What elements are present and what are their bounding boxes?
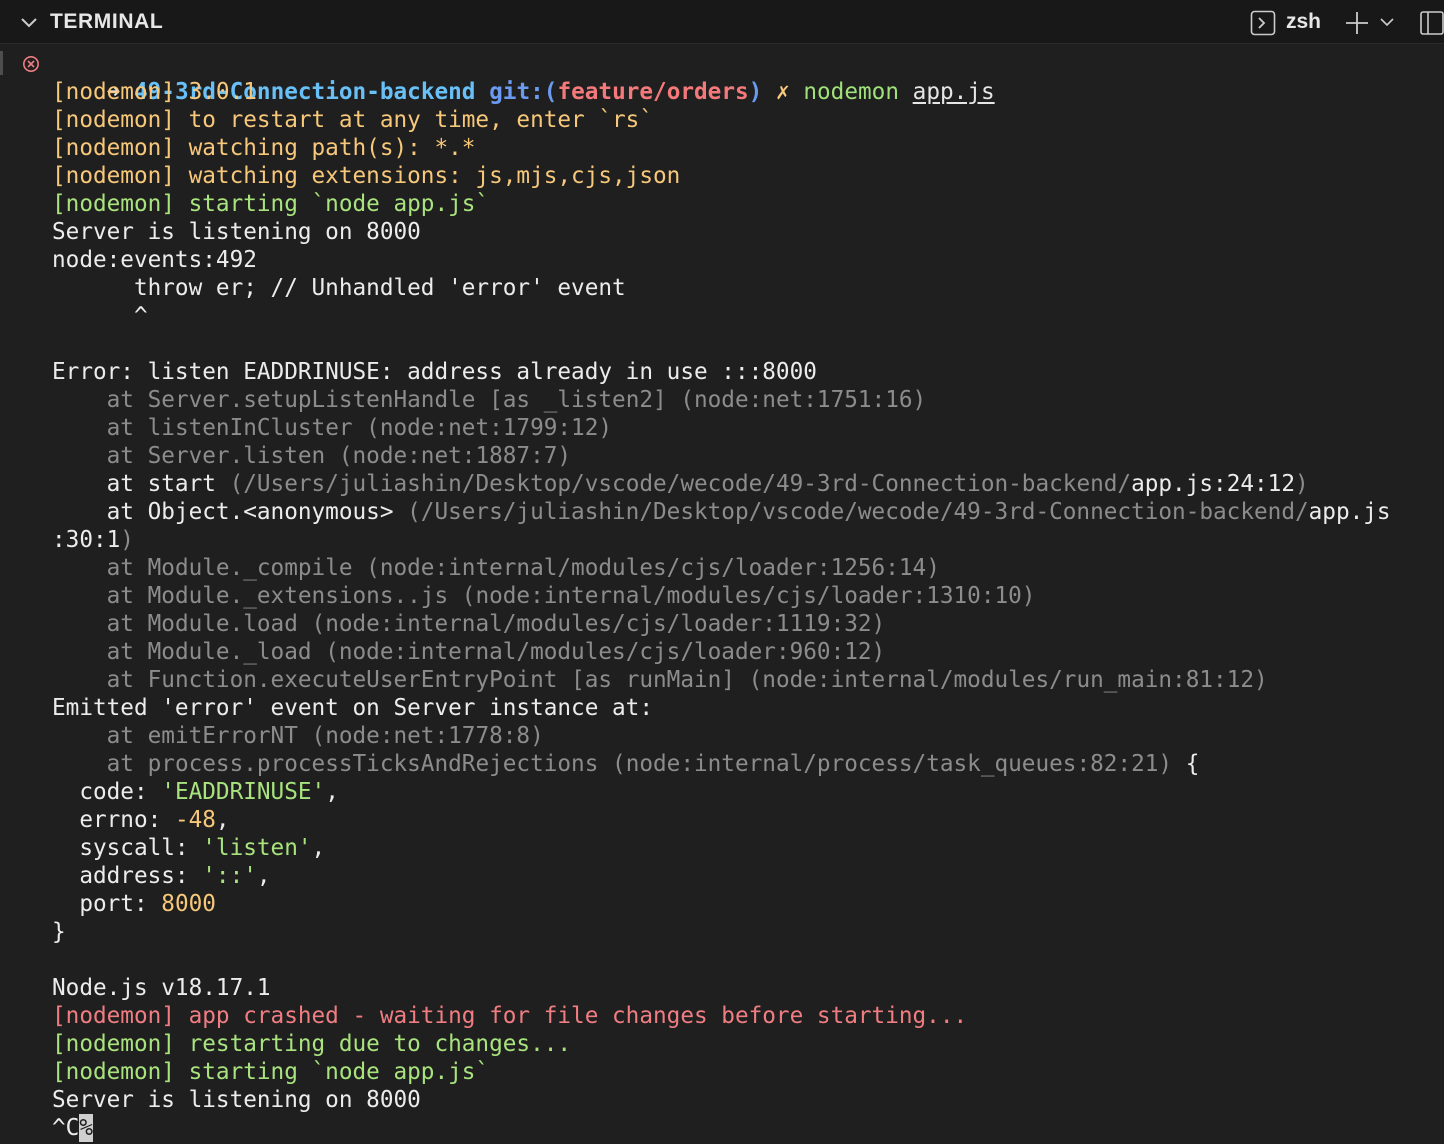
prompt-git-close: ) — [748, 79, 763, 105]
prop-comma: , — [311, 835, 326, 861]
stack-at: at Object.<anonymous> — [52, 499, 408, 525]
output-line: Emitted 'error' event on Server instance… — [52, 695, 653, 721]
stack-at: at — [52, 443, 148, 469]
prompt-git-label: git:( — [489, 79, 558, 105]
output-line: [nodemon] watching path(s): *.* — [52, 135, 476, 161]
stack-text: Module._load (node:internal/modules/cjs/… — [147, 639, 886, 665]
error-prop-syscall: syscall: 'listen', — [52, 834, 325, 862]
stack-frame: at Server.listen (node:net:1887:7) — [52, 442, 571, 470]
command-name: nodemon — [803, 79, 899, 105]
stack-at: at — [52, 415, 148, 441]
error-prop-port: port: 8000 — [52, 890, 216, 918]
prop-comma: , — [215, 807, 230, 833]
shell-name-tab[interactable]: zsh — [1286, 9, 1321, 35]
stack-at: at start — [52, 471, 230, 497]
stack-frame: at Function.executeUserEntryPoint [as ru… — [52, 666, 1268, 694]
brace: { — [1172, 751, 1200, 777]
stack-path: (/Users/juliashin/Desktop/vscode/wecode/… — [407, 499, 1309, 525]
output-line: node:events:492 — [52, 247, 257, 273]
split-terminal-icon[interactable] — [1418, 9, 1444, 37]
stack-at: at — [52, 639, 148, 665]
stack-file-link[interactable]: app.js — [1309, 499, 1391, 525]
output-line: throw er; // Unhandled 'error' event — [52, 275, 626, 301]
output-line: [nodemon] 3.0.1 — [52, 79, 257, 105]
stack-file-link[interactable]: :30:1 — [52, 527, 120, 553]
stack-text: Server.listen (node:net:1887:7) — [147, 443, 572, 469]
error-prop-errno: errno: -48, — [52, 806, 230, 834]
stack-frame: at listenInCluster (node:net:1799:12) — [52, 414, 612, 442]
input-line[interactable]: ^C% — [52, 1114, 93, 1142]
error-message: Error: listen EADDRINUSE: address alread… — [52, 359, 817, 385]
stack-text: ) — [120, 527, 134, 553]
stack-frame: at process.processTicksAndRejections (no… — [52, 750, 1200, 778]
stack-text: listenInCluster (node:net:1799:12) — [147, 415, 613, 441]
stack-text: Module._extensions..js (node:internal/mo… — [147, 583, 1036, 609]
output-line: Server is listening on 8000 — [52, 1087, 421, 1113]
output-line: [nodemon] starting `node app.js` — [52, 191, 490, 217]
ctrl-c-echo: ^C — [52, 1115, 80, 1141]
prop-key: errno: — [52, 807, 175, 833]
stack-at: at — [52, 555, 148, 581]
stack-text: ) — [1295, 471, 1309, 497]
panel-title[interactable]: TERMINAL — [50, 9, 163, 35]
plus-icon[interactable] — [1343, 9, 1371, 37]
error-prop-code: code: 'EADDRINUSE', — [52, 778, 339, 806]
stack-text: Server.setupListenHandle [as _listen2] (… — [147, 387, 927, 413]
prop-comma: , — [256, 863, 271, 889]
prompt-branch: feature/orders — [557, 79, 749, 105]
stack-frame: at Module._load (node:internal/modules/c… — [52, 638, 886, 666]
brace: } — [52, 919, 66, 945]
terminal-output[interactable]: ➜ 49-3rd-Connection-backend git:(feature… — [0, 50, 1444, 1144]
stack-file-link[interactable]: app.js:24:12 — [1131, 471, 1295, 497]
prop-key: port: — [52, 891, 162, 917]
error-prop-address: address: '::', — [52, 862, 271, 890]
prop-key: syscall: — [52, 835, 203, 861]
output-line: [nodemon] app crashed - waiting for file… — [52, 1003, 968, 1029]
prop-value: '::' — [202, 863, 257, 889]
node-version: Node.js v18.17.1 — [52, 975, 271, 1001]
prop-comma: , — [325, 779, 339, 805]
stack-text: Module._compile (node:internal/modules/c… — [147, 555, 940, 581]
stack-at: at — [52, 387, 148, 413]
stack-at: at — [52, 583, 148, 609]
stack-frame: at start (/Users/juliashin/Desktop/vscod… — [52, 470, 1309, 498]
stack-frame: at Module._compile (node:internal/module… — [52, 554, 940, 582]
stack-path: (/Users/juliashin/Desktop/vscode/wecode/… — [229, 471, 1132, 497]
prop-value: 8000 — [161, 891, 216, 917]
output-line: Server is listening on 8000 — [52, 219, 421, 245]
prompt-line: ➜ 49-3rd-Connection-backend git:(feature… — [52, 50, 995, 105]
output-line: [nodemon] restarting due to changes... — [52, 1031, 572, 1057]
prompt-dirty-marker: ✗ — [776, 79, 790, 105]
prop-value: -48 — [174, 807, 216, 833]
output-line: [nodemon] to restart at any time, enter … — [52, 107, 653, 133]
stack-text: emitErrorNT (node:net:1778:8) — [147, 723, 544, 749]
terminal-cursor: % — [79, 1114, 93, 1142]
chevron-down-icon[interactable] — [18, 12, 40, 34]
stack-frame: at Server.setupListenHandle [as _listen2… — [52, 386, 927, 414]
output-line: [nodemon] watching extensions: js,mjs,cj… — [52, 163, 681, 189]
command-argument: app.js — [912, 79, 995, 105]
stack-frame: at Module._extensions..js (node:internal… — [52, 582, 1036, 610]
prop-key: address: — [52, 863, 203, 889]
stack-at: at — [52, 667, 148, 693]
chevron-down-icon[interactable] — [1378, 13, 1396, 31]
prop-value: 'EADDRINUSE' — [161, 779, 326, 805]
stack-at: at — [52, 751, 148, 777]
stack-text: Function.executeUserEntryPoint [as runMa… — [147, 667, 1268, 693]
stack-text: Module.load (node:internal/modules/cjs/l… — [147, 611, 886, 637]
output-line: [nodemon] starting `node app.js` — [52, 1059, 490, 1085]
stack-frame: at emitErrorNT (node:net:1778:8) — [52, 722, 544, 750]
stack-text: process.processTicksAndRejections (node:… — [147, 751, 1173, 777]
stack-frame-wrap: :30:1) — [52, 526, 134, 554]
prop-key: code: — [52, 779, 162, 805]
terminal-icon — [1250, 10, 1276, 36]
stack-at: at — [52, 723, 148, 749]
output-line: ^ — [52, 303, 148, 329]
stack-frame: at Module.load (node:internal/modules/cj… — [52, 610, 886, 638]
error-circle-icon[interactable] — [22, 55, 40, 73]
prop-value: 'listen' — [202, 835, 312, 861]
stack-at: at — [52, 611, 148, 637]
stack-frame: at Object.<anonymous> (/Users/juliashin/… — [52, 498, 1391, 526]
terminal-panel-header: TERMINAL zsh — [0, 0, 1444, 44]
